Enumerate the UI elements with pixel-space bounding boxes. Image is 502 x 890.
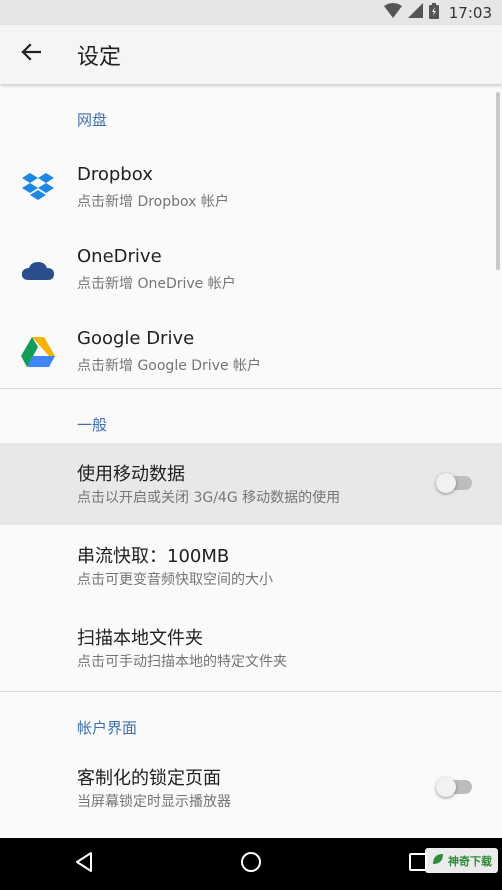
arrow-left-icon: [21, 43, 42, 65]
google-drive-icon: [20, 334, 56, 370]
lock-screen-switch[interactable]: [436, 777, 472, 797]
status-icons: 17:03: [383, 2, 492, 23]
section-header-cloud: 网盘: [77, 111, 108, 129]
pref-title: 使用移动数据: [77, 464, 185, 485]
pref-mobile-data[interactable]: 使用移动数据 点击以开启或关闭 3G/4G 移动数据的使用: [0, 443, 502, 525]
pref-summary: 点击新增 Google Drive 帐户: [77, 358, 262, 374]
section-header-account-ui: 帐户界面: [77, 719, 138, 737]
pref-custom-lock-screen[interactable]: 客制化的锁定页面 当屏幕锁定时显示播放器: [0, 747, 502, 829]
settings-list[interactable]: 网盘 Dropbox 点击新增 Dropbox 帐户 OneDrive 点击新增…: [0, 84, 502, 838]
pref-title: 客制化的锁定页面: [77, 768, 221, 789]
pref-dropbox[interactable]: Dropbox 点击新增 Dropbox 帐户: [0, 147, 502, 229]
mobile-data-switch[interactable]: [436, 473, 472, 493]
pref-scan-local-folder[interactable]: 扫描本地文件夹 点击可手动扫描本地的特定文件夹: [0, 607, 502, 689]
home-circle-icon: [240, 851, 262, 877]
pref-summary: 点击可手动扫描本地的特定文件夹: [77, 654, 287, 670]
dropbox-icon: [20, 170, 56, 206]
pref-summary: 点击以开启或关闭 3G/4G 移动数据的使用: [77, 490, 341, 506]
pref-summary: 点击新增 Dropbox 帐户: [77, 194, 229, 210]
pref-summary: 点击可更变音频快取空间的大小: [77, 572, 273, 588]
app-bar: 设定: [0, 25, 502, 84]
pref-stream-cache[interactable]: 串流快取：100MB 点击可更变音频快取空间的大小: [0, 525, 502, 607]
watermark: 神奇下载: [425, 848, 498, 873]
pref-summary: 点击新增 OneDrive 帐户: [77, 276, 236, 292]
nav-back-button[interactable]: [64, 844, 104, 884]
pref-title: Dropbox: [77, 164, 153, 185]
status-time: 17:03: [448, 3, 492, 22]
pref-onedrive[interactable]: OneDrive 点击新增 OneDrive 帐户: [0, 229, 502, 311]
back-button[interactable]: [14, 37, 48, 71]
scrollbar[interactable]: [496, 92, 500, 270]
nav-home-button[interactable]: [231, 844, 271, 884]
status-bar: 17:03: [0, 0, 502, 25]
battery-icon: [428, 2, 439, 23]
pref-google-drive[interactable]: Google Drive 点击新增 Google Drive 帐户: [0, 311, 502, 393]
pref-title: 串流快取：100MB: [77, 546, 230, 567]
wifi-icon: [383, 3, 402, 22]
onedrive-icon: [20, 252, 56, 288]
pref-summary: 当屏幕锁定时显示播放器: [77, 794, 231, 810]
switch-thumb: [436, 777, 456, 797]
watermark-text: 神奇下载: [448, 854, 492, 868]
switch-thumb: [436, 473, 456, 493]
leaf-logo-icon: [431, 851, 445, 870]
pref-title: Google Drive: [77, 328, 195, 349]
pref-title: 扫描本地文件夹: [77, 628, 203, 649]
page-title: 设定: [77, 45, 122, 70]
back-triangle-icon: [74, 851, 94, 877]
signal-icon: [407, 3, 423, 22]
divider: [0, 388, 502, 389]
divider: [0, 691, 502, 692]
section-header-general: 一般: [77, 416, 108, 434]
pref-title: OneDrive: [77, 246, 162, 267]
